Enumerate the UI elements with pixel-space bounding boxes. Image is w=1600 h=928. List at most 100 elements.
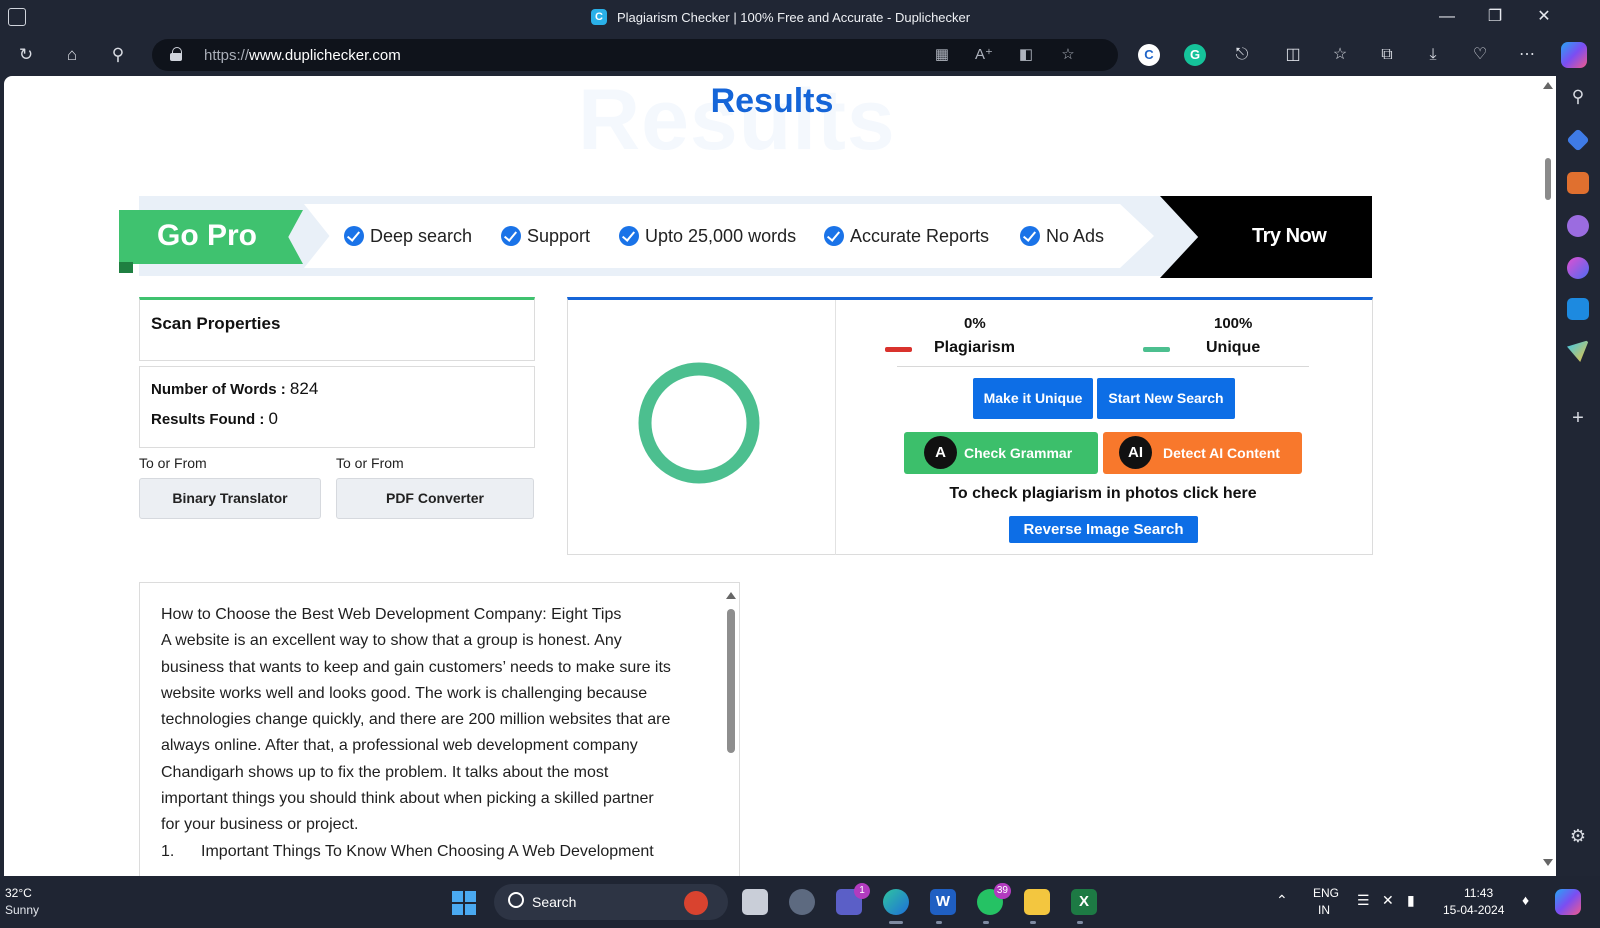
sidebar-add-icon[interactable]: + (1567, 407, 1589, 429)
start-icon[interactable] (452, 891, 476, 915)
ai-logo-icon: AI (1119, 436, 1152, 469)
feature-word-limit: Upto 25,000 words (619, 222, 796, 250)
task-view-icon[interactable] (742, 889, 768, 915)
checked-text-box[interactable]: How to Choose the Best Web Development C… (139, 582, 740, 876)
sidebar-send-icon[interactable] (1567, 340, 1589, 362)
page-scrollbar-thumb[interactable] (1545, 158, 1551, 200)
page-scrollbar[interactable] (1540, 76, 1556, 876)
read-aloud-icon[interactable]: A⁺ (974, 45, 994, 65)
extensions-icon[interactable]: ⎋ (1231, 44, 1253, 66)
restore-icon[interactable]: ❐ (1483, 6, 1507, 28)
sidebar-search-icon[interactable]: ⚲ (1567, 86, 1589, 108)
unique-ring (638, 362, 760, 484)
text-line: website works well and looks good. The w… (161, 684, 648, 702)
results-found: Results Found : 0 (151, 409, 278, 428)
weather-temperature[interactable]: 32°C (5, 886, 32, 900)
text-line: important things you should think about … (161, 790, 654, 808)
text-line: always online. After that, a professiona… (161, 737, 638, 755)
check-icon (824, 226, 844, 246)
settings-app-icon[interactable] (789, 889, 815, 915)
checked-text[interactable]: How to Choose the Best Web Development C… (161, 602, 706, 865)
search-highlight-icon (684, 891, 708, 915)
text-line: 1. Important Things To Know When Choosin… (161, 842, 654, 860)
minimize-icon[interactable]: — (1435, 6, 1459, 28)
url-text[interactable]: https://www.duplichecker.com (204, 47, 401, 64)
text-line: for your business or project. (161, 816, 359, 834)
refresh-icon[interactable]: ↻ (15, 44, 37, 66)
check-icon (501, 226, 521, 246)
search-icon[interactable]: ⚲ (107, 44, 129, 66)
sidebar-tools-icon[interactable] (1567, 172, 1589, 194)
copyleaks-extension-icon[interactable]: C (1138, 44, 1160, 66)
word-icon[interactable]: W (930, 889, 956, 915)
taskbar-search-label: Search (532, 894, 577, 910)
pdf-converter-button[interactable]: PDF Converter (336, 478, 534, 519)
edge-active-indicator (889, 921, 903, 924)
split-screen-icon[interactable]: ◫ (1282, 44, 1304, 66)
clock-time[interactable]: 11:43 (1464, 886, 1493, 900)
make-it-unique-button[interactable]: Make it Unique (973, 378, 1093, 419)
window-title: Plagiarism Checker | 100% Free and Accur… (617, 10, 971, 25)
check-icon (1020, 226, 1040, 246)
address-bar[interactable]: https://www.duplichecker.com ▦ A⁺ ◧ ☆ (152, 39, 1118, 71)
start-new-search-button[interactable]: Start New Search (1097, 378, 1235, 419)
taskbar-search-box[interactable]: Search (494, 884, 728, 920)
sidebar-games-icon[interactable] (1567, 215, 1589, 237)
sidebar-shopping-icon[interactable] (1566, 128, 1590, 152)
show-hidden-icons[interactable]: ⌃ (1276, 892, 1288, 909)
favorites-icon[interactable]: ☆ (1329, 44, 1351, 66)
whatsapp-badge: 39 (993, 883, 1011, 899)
taskbar-copilot-icon[interactable] (1555, 889, 1581, 915)
excel-icon[interactable]: X (1071, 889, 1097, 915)
lock-icon[interactable] (170, 47, 182, 61)
sidebar-settings-icon[interactable]: ⚙ (1567, 825, 1589, 847)
close-icon[interactable]: ✕ (1532, 6, 1556, 28)
volume-muted-icon[interactable]: ✕ (1382, 892, 1394, 909)
reverse-image-search-button[interactable]: Reverse Image Search (1009, 516, 1198, 543)
detect-ai-label[interactable]: Detect AI Content (1163, 445, 1280, 461)
more-icon[interactable]: ⋯ (1516, 44, 1538, 66)
scan-properties-title: Scan Properties (151, 314, 281, 333)
input-language-top[interactable]: ENG (1313, 886, 1339, 900)
tab-actions-icon[interactable] (8, 8, 26, 26)
scan-properties-header: Scan Properties (139, 297, 535, 361)
navigation-bar: ↻ ⌂ ⚲ https://www.duplichecker.com ▦ A⁺ … (0, 34, 1600, 76)
home-icon[interactable]: ⌂ (61, 44, 83, 66)
wifi-icon[interactable]: ☰ (1357, 892, 1370, 909)
whatsapp-icon[interactable]: 39 (977, 883, 1011, 915)
scroll-up-icon[interactable] (1543, 82, 1553, 89)
plagiarism-legend-label: Plagiarism (934, 339, 1015, 356)
app-available-icon[interactable]: ▦ (932, 45, 952, 65)
sidebar-outlook-icon[interactable] (1567, 298, 1589, 320)
favorite-star-icon[interactable]: ☆ (1058, 45, 1078, 65)
unique-legend-label: Unique (1206, 339, 1261, 356)
notification-bell-icon[interactable]: ♦ (1522, 892, 1529, 908)
detect-ai-button[interactable]: AI Detect AI Content (1103, 432, 1302, 474)
clock-date[interactable]: 15-04-2024 (1443, 903, 1504, 917)
photo-check-text[interactable]: To check plagiarism in photos click here (898, 485, 1308, 503)
copilot-icon[interactable] (1561, 42, 1587, 68)
check-grammar-button[interactable]: A Check Grammar (904, 432, 1098, 474)
edge-icon[interactable] (883, 889, 909, 915)
grammarly-extension-icon[interactable]: G (1184, 44, 1206, 66)
immersive-reader-icon[interactable]: ◧ (1016, 45, 1036, 65)
word-count: Number of Words : 824 (151, 379, 319, 398)
gopro-label: Go Pro (157, 219, 258, 252)
try-now-label[interactable]: Try Now (1252, 225, 1327, 248)
binary-translator-button[interactable]: Binary Translator (139, 478, 321, 519)
file-explorer-icon[interactable] (1024, 889, 1050, 915)
scroll-down-icon[interactable] (1543, 859, 1553, 866)
teams-icon[interactable]: 1 (836, 883, 870, 915)
weather-condition[interactable]: Sunny (5, 903, 39, 917)
sidebar-office-icon[interactable] (1567, 257, 1589, 279)
input-language-bottom[interactable]: IN (1318, 903, 1330, 917)
plagiarism-percent: 0% (964, 315, 986, 332)
collections-icon[interactable]: ⧉ (1376, 44, 1398, 66)
text-scrollbar-thumb[interactable] (727, 609, 735, 753)
downloads-icon[interactable]: ⤓ (1422, 44, 1444, 66)
check-grammar-label[interactable]: Check Grammar (964, 445, 1072, 461)
browser-essentials-icon[interactable]: ♡ (1469, 44, 1491, 66)
battery-icon[interactable]: ▮ (1407, 892, 1415, 909)
feature-deep-search: Deep search (344, 222, 472, 250)
text-scroll-up-icon[interactable] (726, 592, 736, 599)
